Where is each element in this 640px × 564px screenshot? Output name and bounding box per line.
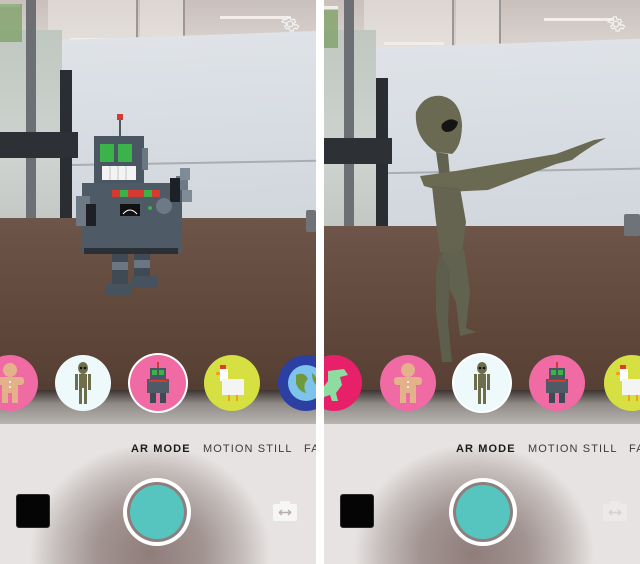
mode-tabs: AR MODE MOTION STILL FA	[324, 443, 640, 459]
robot-icon	[147, 362, 169, 403]
shutter-core	[456, 485, 510, 539]
background-plant	[324, 10, 338, 48]
shutter-button[interactable]	[449, 478, 517, 546]
robot-icon	[546, 362, 568, 403]
background-light	[544, 18, 614, 21]
dinosaur-icon	[324, 369, 348, 401]
chicken-icon	[216, 365, 244, 401]
earth-icon	[288, 365, 316, 401]
gingerbread-icon	[394, 363, 422, 403]
sticker-robot[interactable]	[130, 355, 186, 411]
camera-viewfinder[interactable]	[0, 0, 316, 424]
mode-tabs: AR MODE MOTION STILL FA	[0, 443, 316, 459]
sticker-earth[interactable]	[278, 355, 316, 411]
screen-right: AR MODE MOTION STILL FA	[324, 0, 640, 564]
tab-fast-forward[interactable]: FA	[629, 443, 640, 455]
sticker-chicken[interactable]	[204, 355, 260, 411]
sticker-carousel[interactable]	[324, 355, 640, 413]
sticker-alien[interactable]	[454, 355, 510, 411]
gingerbread-icon	[0, 363, 24, 403]
camera-controls: AR MODE MOTION STILL FA	[0, 424, 316, 564]
sticker-gingerbread[interactable]	[0, 355, 38, 411]
gallery-thumbnail[interactable]	[340, 494, 374, 528]
screen-left: AR MODE MOTION STILL FA	[0, 0, 316, 564]
camera-controls: AR MODE MOTION STILL FA	[324, 424, 640, 564]
sticker-alien[interactable]	[55, 355, 111, 411]
background-light	[324, 6, 338, 9]
alien-icon	[75, 362, 91, 404]
tab-motion-still[interactable]: MOTION STILL	[528, 443, 618, 455]
alien-icon	[474, 362, 490, 404]
sticker-carousel[interactable]	[0, 355, 316, 413]
ar-alien-character[interactable]	[406, 92, 616, 362]
chicken-icon	[616, 365, 640, 401]
gallery-thumbnail[interactable]	[16, 494, 50, 528]
shutter-core	[130, 485, 184, 539]
tab-ar-mode[interactable]: AR MODE	[456, 443, 516, 455]
camera-viewfinder[interactable]	[324, 0, 640, 424]
settings-gear-icon[interactable]	[606, 14, 626, 34]
tab-fast-forward[interactable]: FA	[304, 443, 316, 455]
ar-robot-character[interactable]	[76, 108, 198, 303]
background-plant	[0, 4, 22, 42]
sticker-gingerbread[interactable]	[380, 355, 436, 411]
sticker-dinosaur[interactable]	[324, 355, 362, 411]
background-device	[306, 210, 316, 232]
sticker-chicken[interactable]	[604, 355, 640, 411]
tab-motion-still[interactable]: MOTION STILL	[203, 443, 293, 455]
sticker-robot[interactable]	[529, 355, 585, 411]
background-device	[624, 214, 640, 236]
flip-camera-icon[interactable]	[602, 500, 628, 522]
shutter-button[interactable]	[123, 478, 191, 546]
flip-camera-icon[interactable]	[272, 500, 298, 522]
background-shelf	[0, 132, 78, 158]
tab-ar-mode[interactable]: AR MODE	[131, 443, 191, 455]
background-shelf	[324, 138, 392, 164]
settings-gear-icon[interactable]	[280, 14, 300, 34]
